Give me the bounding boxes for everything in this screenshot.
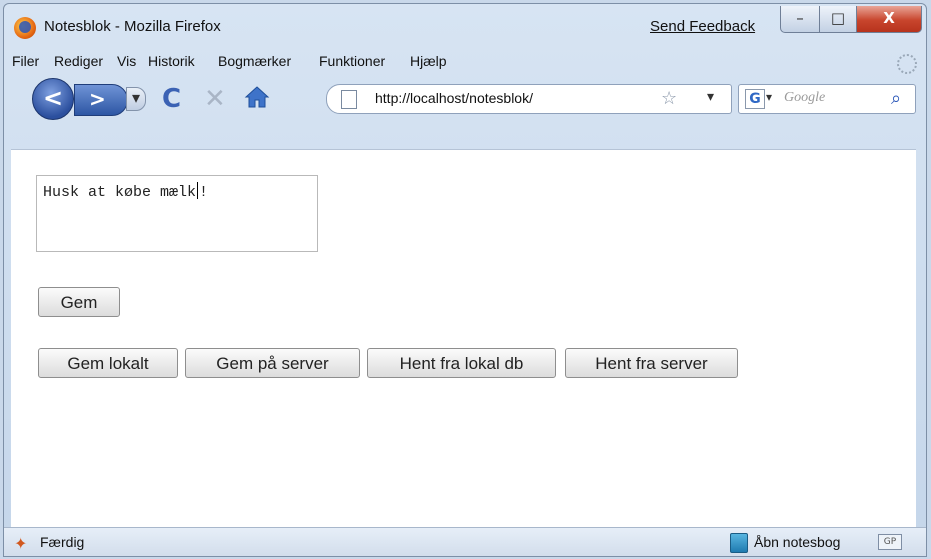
close-button[interactable]: X <box>856 6 922 33</box>
load-local-db-button[interactable]: Hent fra lokal db <box>367 348 556 378</box>
status-text: Færdig <box>40 534 85 550</box>
address-bar[interactable]: http://localhost/notesblok/ ☆ ▾ <box>326 84 732 114</box>
addon-badge[interactable]: GP <box>878 534 902 550</box>
menu-historik[interactable]: Historik <box>148 53 195 69</box>
notebook-icon[interactable] <box>730 533 748 553</box>
browser-window: Notesblok - Mozilla Firefox Send Feedbac… <box>3 3 927 557</box>
note-text-tail: ! <box>199 184 209 201</box>
status-icon: ✦ <box>14 534 28 553</box>
chevron-down-icon[interactable]: ▾ <box>707 89 714 105</box>
window-title: Notesblok - Mozilla Firefox <box>44 18 221 35</box>
menu-hjaelp[interactable]: Hjælp <box>410 53 447 69</box>
back-arrow-icon: < <box>43 84 64 112</box>
status-bar: ✦ Færdig Åbn notesbog GP <box>4 527 926 556</box>
navigation-toolbar: < > ▾ C ✕ http://localhost/notesblok/ ☆ … <box>4 74 926 120</box>
bookmark-star-icon[interactable]: ☆ <box>661 88 677 109</box>
history-dropdown[interactable]: ▾ <box>126 87 146 111</box>
page-icon <box>341 90 357 109</box>
search-box[interactable]: G ▾ Google ⌕ <box>738 84 916 114</box>
search-magnifier-icon[interactable]: ⌕ <box>891 88 901 109</box>
note-text: Husk at købe mælk <box>43 184 197 201</box>
chevron-down-icon: ▾ <box>132 88 141 107</box>
firefox-app-icon <box>14 17 36 39</box>
stop-icon[interactable]: ✕ <box>204 84 226 114</box>
menu-funktioner[interactable]: Funktioner <box>319 53 385 69</box>
save-button[interactable]: Gem <box>38 287 120 317</box>
minimize-button[interactable]: – <box>780 6 820 33</box>
close-icon: X <box>883 9 895 27</box>
menu-bar: Filer Rediger Vis Historik Bogmærker Fun… <box>4 50 926 74</box>
forward-arrow-icon: > <box>89 87 106 111</box>
search-input[interactable]: Google <box>784 90 825 106</box>
maximize-icon: □ <box>830 9 846 27</box>
minimize-icon: – <box>796 9 804 27</box>
page-content: Husk at købe mælk! Gem Gem lokalt Gem på… <box>11 149 916 528</box>
text-caret <box>197 182 199 199</box>
throbber-icon <box>897 54 917 74</box>
home-icon[interactable] <box>244 85 270 109</box>
reload-icon[interactable]: C <box>162 84 181 114</box>
note-textarea[interactable]: Husk at købe mælk! <box>36 175 318 252</box>
send-feedback-link[interactable]: Send Feedback <box>650 18 755 35</box>
menu-filer[interactable]: Filer <box>12 53 39 69</box>
menu-rediger[interactable]: Rediger <box>54 53 103 69</box>
title-bar: Notesblok - Mozilla Firefox Send Feedbac… <box>4 4 926 50</box>
google-icon[interactable]: G <box>745 89 765 109</box>
load-server-button[interactable]: Hent fra server <box>565 348 738 378</box>
back-button[interactable]: < <box>32 78 74 120</box>
save-local-button[interactable]: Gem lokalt <box>38 348 178 378</box>
url-text[interactable]: http://localhost/notesblok/ <box>375 90 533 106</box>
open-notebook-link[interactable]: Åbn notesbog <box>754 534 840 550</box>
forward-button[interactable]: > <box>74 84 128 116</box>
chevron-down-icon[interactable]: ▾ <box>766 90 772 104</box>
menu-vis[interactable]: Vis <box>117 53 136 69</box>
save-server-button[interactable]: Gem på server <box>185 348 360 378</box>
maximize-button[interactable]: □ <box>819 6 857 33</box>
menu-bogmaerker[interactable]: Bogmærker <box>218 53 291 69</box>
